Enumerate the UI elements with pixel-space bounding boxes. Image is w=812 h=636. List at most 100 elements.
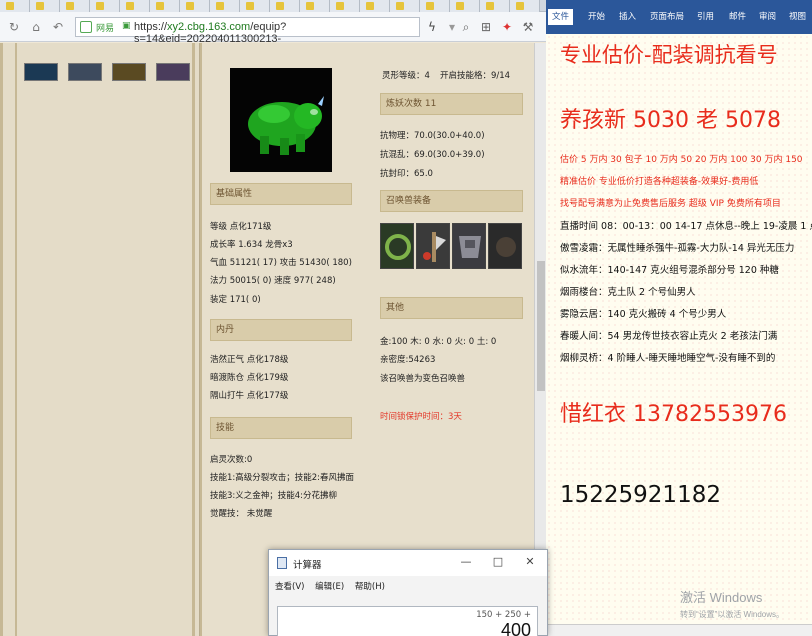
equip-axe-icon[interactable] xyxy=(416,223,450,269)
page-favicon-icon xyxy=(396,2,404,10)
grid-icon[interactable]: ⊞ xyxy=(478,19,494,35)
browser-tab[interactable] xyxy=(300,0,330,12)
calculator-window: 计算器 — □ ✕ 查看(V) 编辑(E) 帮助(H) 150 + 250 + … xyxy=(268,549,548,636)
menu-help[interactable]: 帮助(H) xyxy=(355,582,385,592)
protection-time-text: 时间锁保护时间：3天 xyxy=(380,412,462,422)
equip-ring-icon[interactable] xyxy=(380,223,414,269)
activate-windows-hint: 转到“设置”以激活 Windows。 xyxy=(680,610,785,619)
browser-tab[interactable] xyxy=(270,0,300,12)
tab-file[interactable]: 文件 xyxy=(548,9,574,25)
tab-bar xyxy=(0,0,546,12)
doc-headline: 专业估价-配装调抗看号 xyxy=(560,43,778,67)
doc-account-line: 烟柳灵桥：4 阶睡人-睡天睡地睡空气-没有睡不到的 xyxy=(560,353,776,364)
browser-tab[interactable] xyxy=(480,0,510,12)
ribbon-tabs: 文件 开始 插入 页面布局 引用 邮件 审阅 视图 xyxy=(546,0,812,34)
doc-account-line: 傲雪凌霜：无属性睡杀强牛-孤霧-大力队-14 异光无压力 xyxy=(560,243,795,254)
equip-empty-slot-icon[interactable] xyxy=(488,223,522,269)
basic-line: 装定 171( 0) xyxy=(210,295,261,305)
maximize-button[interactable]: □ xyxy=(485,553,511,571)
page-favicon-icon xyxy=(426,2,434,10)
neidan-line: 隔山打牛 点化177级 xyxy=(210,391,289,401)
browser-tab[interactable] xyxy=(360,0,390,12)
tab-mailings[interactable]: 邮件 xyxy=(729,9,746,25)
lightning-icon[interactable]: ϟ xyxy=(424,19,440,35)
page-favicon-icon xyxy=(36,2,44,10)
pet-thumbnail[interactable] xyxy=(68,63,102,81)
browser-tab[interactable] xyxy=(0,0,30,12)
calculator-icon xyxy=(277,557,287,569)
basic-line: 等级 点化171级 xyxy=(210,222,272,232)
pet-thumbnail[interactable] xyxy=(112,63,146,81)
calculator-expression: 150 + 250 + xyxy=(476,610,531,620)
vertical-scrollbar[interactable] xyxy=(534,43,546,636)
browser-tab[interactable] xyxy=(90,0,120,12)
browser-tab[interactable] xyxy=(210,0,240,12)
page-favicon-icon xyxy=(96,2,104,10)
basic-line: 法力 50015( 0) 速度 977( 248) xyxy=(210,276,336,286)
resist-line: 抗封印：65.0 xyxy=(380,169,433,179)
pet-main-column: 基础属性 等级 点化171级 成长率 1.634 龙骨x3 气血 51121( … xyxy=(200,43,370,636)
tab-home[interactable]: 开始 xyxy=(588,9,605,25)
calculator-titlebar: 计算器 — □ ✕ xyxy=(269,550,547,576)
section-other-title: 其他 xyxy=(380,297,523,319)
doc-stream-time: 直播时间 08：00-13：00 14-17 点休息--晚上 19-凌晨 1 点 xyxy=(560,221,812,232)
green-bear-pet-icon xyxy=(248,96,324,155)
url-text: https://xy2.cbg.163.com/equip?s=14&eid=2… xyxy=(134,21,419,45)
pet-side-column: 灵形等级：4 开启技能格：9/14 炼妖次数 11 抗物理：70.0(30.0+… xyxy=(370,43,533,636)
browser-tab[interactable] xyxy=(240,0,270,12)
axe-icon xyxy=(423,232,446,262)
tab-review[interactable]: 审阅 xyxy=(759,9,776,25)
pet-thumbnail[interactable] xyxy=(24,63,58,81)
pet-thumbnails xyxy=(20,63,195,93)
equip-armor-icon[interactable] xyxy=(452,223,486,269)
spirit-level-text: 灵形等级：4 xyxy=(382,71,430,81)
browser-tab[interactable] xyxy=(390,0,420,12)
other-line: 该召唤兽为变色召唤兽 xyxy=(380,374,466,384)
page-favicon-icon xyxy=(246,2,254,10)
skills-line: 觉醒技： 未觉醒 xyxy=(210,509,273,519)
divider xyxy=(200,43,202,636)
doc-contact-phone-2: 15225921182 xyxy=(560,482,721,508)
page-favicon-icon xyxy=(66,2,74,10)
browser-tab[interactable] xyxy=(450,0,480,12)
doc-subhead: 养孩新 5030 老 5078 xyxy=(560,108,781,133)
browser-tab[interactable] xyxy=(60,0,90,12)
tab-view[interactable]: 视图 xyxy=(789,9,806,25)
basic-line: 成长率 1.634 龙骨x3 xyxy=(210,240,293,250)
page-favicon-icon xyxy=(186,2,194,10)
resist-line: 抗物理：70.0(30.0+40.0) xyxy=(380,131,485,141)
neidan-line: 浩然正气 点化178级 xyxy=(210,355,289,365)
browser-tab[interactable] xyxy=(510,0,540,12)
page-favicon-icon xyxy=(456,2,464,10)
left-column xyxy=(0,43,200,636)
doc-contact-phone: 惜红衣 13782553976 xyxy=(560,402,787,427)
browser-tab[interactable] xyxy=(330,0,360,12)
tab-insert[interactable]: 插入 xyxy=(619,9,636,25)
document-body[interactable]: 专业估价-配装调抗看号 养孩新 5030 老 5078 估价 5 万内 30 包… xyxy=(546,34,812,636)
browser-tab[interactable] xyxy=(180,0,210,12)
minimize-button[interactable]: — xyxy=(453,553,479,571)
url-input[interactable]: 网易 ▣ https://xy2.cbg.163.com/equip?s=14&… xyxy=(75,17,420,45)
home-icon[interactable]: ⌂ xyxy=(28,19,44,35)
tab-layout[interactable]: 页面布局 xyxy=(650,9,684,25)
close-button[interactable]: ✕ xyxy=(517,553,543,571)
pet-thumbnail[interactable] xyxy=(156,63,190,81)
refresh-icon[interactable]: ↻ xyxy=(6,19,22,35)
menu-edit[interactable]: 编辑(E) xyxy=(315,582,344,592)
tab-references[interactable]: 引用 xyxy=(697,9,714,25)
undo-icon[interactable]: ↶ xyxy=(50,19,66,35)
section-skills-title: 技能 xyxy=(210,417,352,439)
wrench-icon[interactable]: ⚒ xyxy=(520,19,536,35)
browser-tab[interactable] xyxy=(30,0,60,12)
page-favicon-icon xyxy=(6,2,14,10)
browser-tab[interactable] xyxy=(150,0,180,12)
menu-view[interactable]: 查看(V) xyxy=(275,582,304,592)
browser-tab[interactable] xyxy=(420,0,450,12)
browser-tab[interactable] xyxy=(120,0,150,12)
scrollbar-thumb[interactable] xyxy=(537,261,545,391)
other-line: 金:100 木: 0 水: 0 火: 0 土: 0 xyxy=(380,337,497,347)
search-icon[interactable]: ⌕ xyxy=(458,19,474,35)
resist-line: 抗混乱：69.0(30.0+39.0) xyxy=(380,150,485,160)
game-controller-icon[interactable]: ✦ xyxy=(499,19,515,35)
skill-slots-text: 开启技能格：9/14 xyxy=(440,71,511,81)
